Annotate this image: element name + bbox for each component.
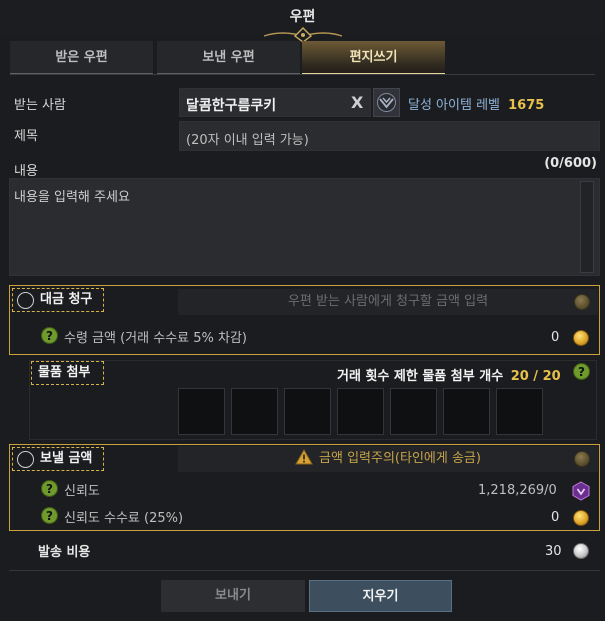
send-button[interactable]: 보내기: [161, 580, 305, 612]
footer-divider: [9, 570, 600, 571]
attachment-label: 물품 첨부: [38, 365, 91, 380]
content-counter: (0/600): [544, 156, 597, 171]
clear-recipient-icon[interactable]: X: [351, 93, 363, 112]
help-icon[interactable]: ?: [41, 480, 58, 497]
attachment-limit-value: 20 / 20: [510, 369, 561, 384]
attachment-limit-label: 거래 횟수 제한 물품 첨부 개수: [337, 369, 504, 384]
recipient-input[interactable]: 달콤한구름쿠키 X: [179, 88, 371, 117]
trust-value: 1,218,269/0: [478, 483, 557, 498]
warning-icon: [295, 448, 313, 465]
tab-compose[interactable]: 편지쓰기: [302, 41, 445, 75]
subject-label: 제목: [14, 129, 38, 144]
help-icon[interactable]: ?: [41, 327, 58, 344]
content-scrollbar[interactable]: [580, 181, 594, 273]
attachment-slot[interactable]: [231, 388, 278, 435]
tab-received[interactable]: 받은 우편: [10, 41, 153, 75]
content-label: 내용: [14, 164, 38, 179]
attachment-slot[interactable]: [443, 388, 490, 435]
help-icon[interactable]: ?: [41, 507, 58, 524]
send-gold-warning: 금액 입력주의(타인에게 송금): [319, 451, 481, 466]
help-icon[interactable]: ?: [573, 363, 590, 380]
recipient-label: 받는 사람: [14, 98, 66, 113]
tab-received-label: 받은 우편: [55, 50, 108, 65]
tabs-divider: [10, 74, 595, 75]
trust-fee-value: 0: [551, 510, 560, 525]
silver-coin-icon: [573, 543, 589, 559]
subject-input[interactable]: (20자 이내 입력 가능): [179, 121, 600, 151]
trust-label: 신뢰도: [64, 484, 100, 499]
tab-sent[interactable]: 보낸 우편: [157, 41, 300, 75]
send-gold-label: 보낼 금액: [40, 451, 93, 466]
achievement-item-level: 달성 아이템 레벨 1675: [408, 94, 544, 113]
attachment-slot[interactable]: [178, 388, 225, 435]
content-textarea[interactable]: 내용을 입력해 주세요: [9, 178, 600, 276]
subject-placeholder: (20자 이내 입력 가능): [186, 133, 309, 148]
recipient-value: 달콤한구름쿠키: [186, 98, 277, 114]
tab-sent-label: 보낸 우편: [202, 50, 255, 65]
trust-fee-label: 신뢰도 수수료 (25%): [64, 511, 184, 526]
achievement-value: 1675: [508, 98, 545, 113]
attachment-label-box: 물품 첨부: [31, 361, 104, 385]
shipping-value: 30: [545, 544, 562, 559]
clear-button[interactable]: 지우기: [309, 580, 452, 612]
attachment-slot[interactable]: [496, 388, 543, 435]
gold-coin-icon: [574, 451, 590, 467]
shipping-label: 발송 비용: [38, 545, 91, 560]
send-gold-toggle[interactable]: 보낼 금액: [12, 447, 104, 471]
emblem-icon: [377, 93, 396, 112]
trust-emblem-icon: [572, 481, 590, 501]
content-placeholder: 내용을 입력해 주세요: [14, 190, 130, 205]
cod-amount-placeholder: 우편 받는 사람에게 청구할 금액 입력: [287, 294, 489, 309]
send-gold-amount-input[interactable]: 금액 입력주의(타인에게 송금): [178, 446, 598, 472]
gold-coin-icon: [573, 330, 589, 346]
send-gold-radio[interactable]: [17, 451, 34, 468]
cod-fee-label: 수령 금액 (거래 수수료 5% 차감): [64, 331, 247, 346]
attachment-slot[interactable]: [390, 388, 437, 435]
attachment-slot[interactable]: [284, 388, 331, 435]
tab-compose-label: 편지쓰기: [349, 50, 398, 65]
cod-fee-value: 0: [551, 330, 560, 345]
achievement-label: 달성 아이템 레벨: [408, 98, 500, 113]
cod-label: 대금 청구: [40, 292, 93, 307]
gold-coin-icon: [574, 294, 590, 310]
gold-coin-icon: [573, 510, 589, 526]
cod-toggle[interactable]: 대금 청구: [12, 288, 104, 312]
friend-list-button[interactable]: [373, 88, 400, 117]
attachment-slot[interactable]: [337, 388, 384, 435]
cod-amount-input[interactable]: 우편 받는 사람에게 청구할 금액 입력: [178, 289, 598, 315]
attachment-limit: 거래 횟수 제한 물품 첨부 개수 20 / 20: [337, 365, 561, 384]
cod-radio[interactable]: [17, 292, 34, 309]
